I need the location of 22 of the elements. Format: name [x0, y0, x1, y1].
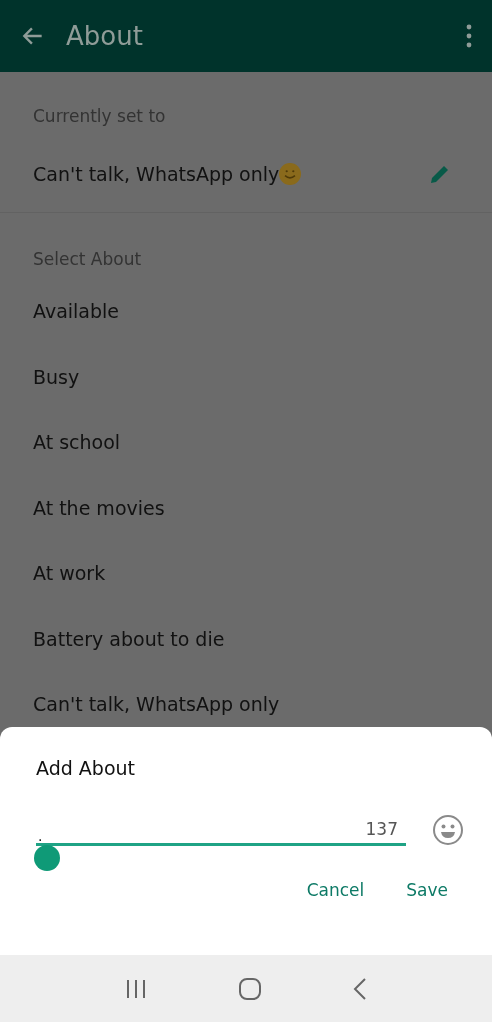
about-input[interactable]: . 137 — [36, 813, 406, 846]
dialog-button[interactable]: Cancel — [300, 872, 371, 908]
character-counter: 137 — [365, 819, 398, 841]
menu-icon[interactable] — [466, 24, 472, 48]
home-icon[interactable] — [238, 976, 262, 1001]
about-option[interactable]: At the movies — [0, 475, 492, 541]
section-label: Select About — [32, 248, 143, 271]
section-label: Currently set to — [32, 105, 167, 128]
about-option[interactable]: Busy — [0, 344, 492, 410]
emoji-icon[interactable] — [432, 813, 464, 846]
recents-icon[interactable] — [125, 978, 148, 999]
dialog-title: Add About — [36, 757, 136, 779]
cursor-handle[interactable] — [34, 845, 60, 871]
smiley-icon — [279, 163, 302, 185]
about-option[interactable]: Battery about to die — [0, 606, 492, 672]
about-option[interactable]: At work — [0, 541, 492, 607]
screen-title: About — [66, 21, 144, 51]
dialog-button[interactable]: Save — [400, 872, 454, 908]
about-option[interactable]: At school — [0, 410, 492, 476]
back-icon[interactable] — [352, 976, 367, 1001]
about-option[interactable]: Available — [0, 279, 492, 345]
current-about: Can't talk, WhatsApp only — [33, 163, 280, 185]
